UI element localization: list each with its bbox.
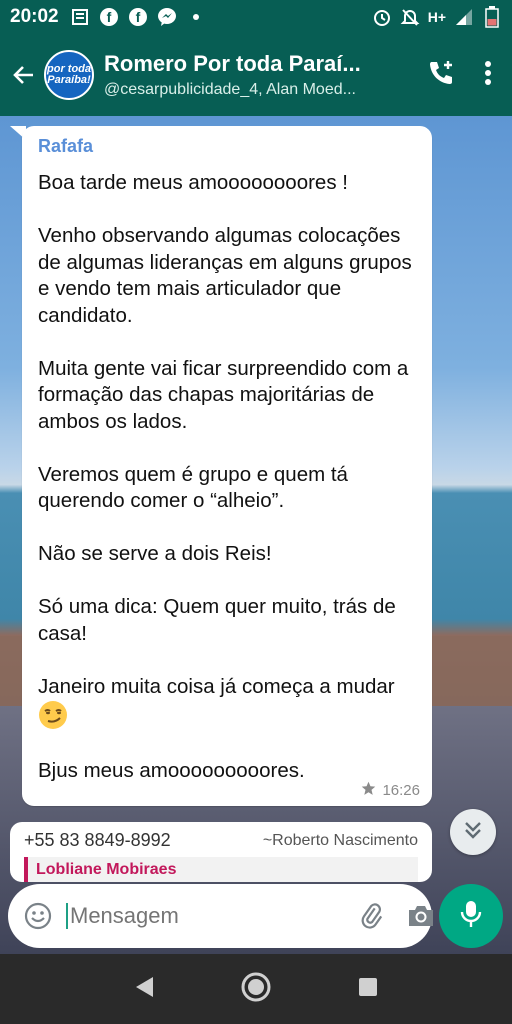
back-arrow-icon[interactable]	[4, 55, 44, 95]
notes-icon	[70, 7, 90, 27]
group-avatar[interactable]: por toda Paraíba!	[44, 50, 94, 100]
message-paragraph: Não se serve a dois Reis!	[38, 542, 272, 565]
message-paragraph-with-emoji: Janeiro muita coisa já começa a mudar	[38, 674, 418, 732]
smirking-face-emoji-icon	[38, 700, 68, 730]
facebook-icon: f	[128, 7, 148, 27]
camera-icon[interactable]	[406, 901, 436, 931]
messenger-icon	[157, 7, 177, 27]
next-message-bubble[interactable]: +55 83 8849-8992 ~Roberto Nascimento Lob…	[10, 822, 432, 882]
status-time: 20:02	[10, 6, 59, 27]
message-composer	[8, 884, 433, 948]
signal-icon	[454, 7, 474, 27]
chat-header: por toda Paraíba! Romero Por toda Paraí.…	[0, 34, 512, 116]
sender-author: ~Roberto Nascimento	[262, 832, 418, 849]
facebook-icon: f	[99, 7, 119, 27]
message-paragraph: Muita gente vai ficar surpreendido com a…	[38, 356, 409, 433]
message-text: Boa tarde meus amoooooooores ! Venho obs…	[38, 170, 418, 785]
attach-icon[interactable]	[358, 901, 386, 931]
status-bar: 20:02 f f H+	[0, 0, 512, 34]
message-meta: 16:26	[361, 781, 420, 800]
voice-message-button[interactable]	[439, 884, 503, 948]
emoji-icon[interactable]	[24, 901, 52, 931]
mute-icon	[400, 7, 420, 27]
recents-square-icon[interactable]	[357, 976, 379, 1003]
more-options-icon[interactable]	[484, 60, 492, 91]
back-triangle-icon[interactable]	[133, 975, 155, 1004]
scroll-down-button[interactable]	[450, 809, 496, 855]
avatar-logo-line2: Paraíba!	[47, 74, 91, 86]
message-paragraph-text: Janeiro muita coisa já começa a mudar	[38, 674, 395, 698]
chat-title: Romero Por toda Paraí...	[104, 51, 361, 76]
dot-icon	[186, 7, 206, 27]
sender-name: Rafafa	[38, 136, 94, 156]
double-chevron-down-icon	[462, 819, 484, 846]
chat-title-block[interactable]: Romero Por toda Paraí... @cesarpublicida…	[104, 51, 392, 99]
message-input[interactable]	[66, 903, 358, 929]
message-paragraph: Veremos quem é grupo e quem tá querendo …	[38, 462, 348, 513]
message-bubble[interactable]: Rafafa Boa tarde meus amoooooooores ! Ve…	[22, 126, 432, 806]
message-time: 16:26	[382, 782, 420, 799]
quoted-message[interactable]: Lobliane Mobiraes	[24, 857, 418, 882]
sender-phone: +55 83 8849-8992	[24, 830, 171, 850]
message-paragraph: Só uma dica: Quem quer muito, trás de ca…	[38, 595, 396, 645]
message-paragraph: Boa tarde meus amoooooooores !	[38, 171, 348, 194]
svg-text:f: f	[135, 9, 140, 25]
microphone-icon	[459, 899, 483, 934]
chat-participants: @cesarpublicidade_4, Alan Moed...	[104, 81, 356, 98]
battery-icon	[482, 6, 502, 28]
svg-text:f: f	[106, 9, 111, 25]
message-paragraph: Venho observando algumas colocações de a…	[38, 224, 412, 327]
network-type: H+	[427, 9, 446, 25]
home-circle-icon[interactable]	[240, 971, 272, 1008]
system-nav-bar	[0, 954, 512, 1024]
starred-icon	[361, 781, 376, 800]
alarm-icon	[372, 7, 392, 27]
add-call-icon[interactable]	[426, 58, 456, 93]
